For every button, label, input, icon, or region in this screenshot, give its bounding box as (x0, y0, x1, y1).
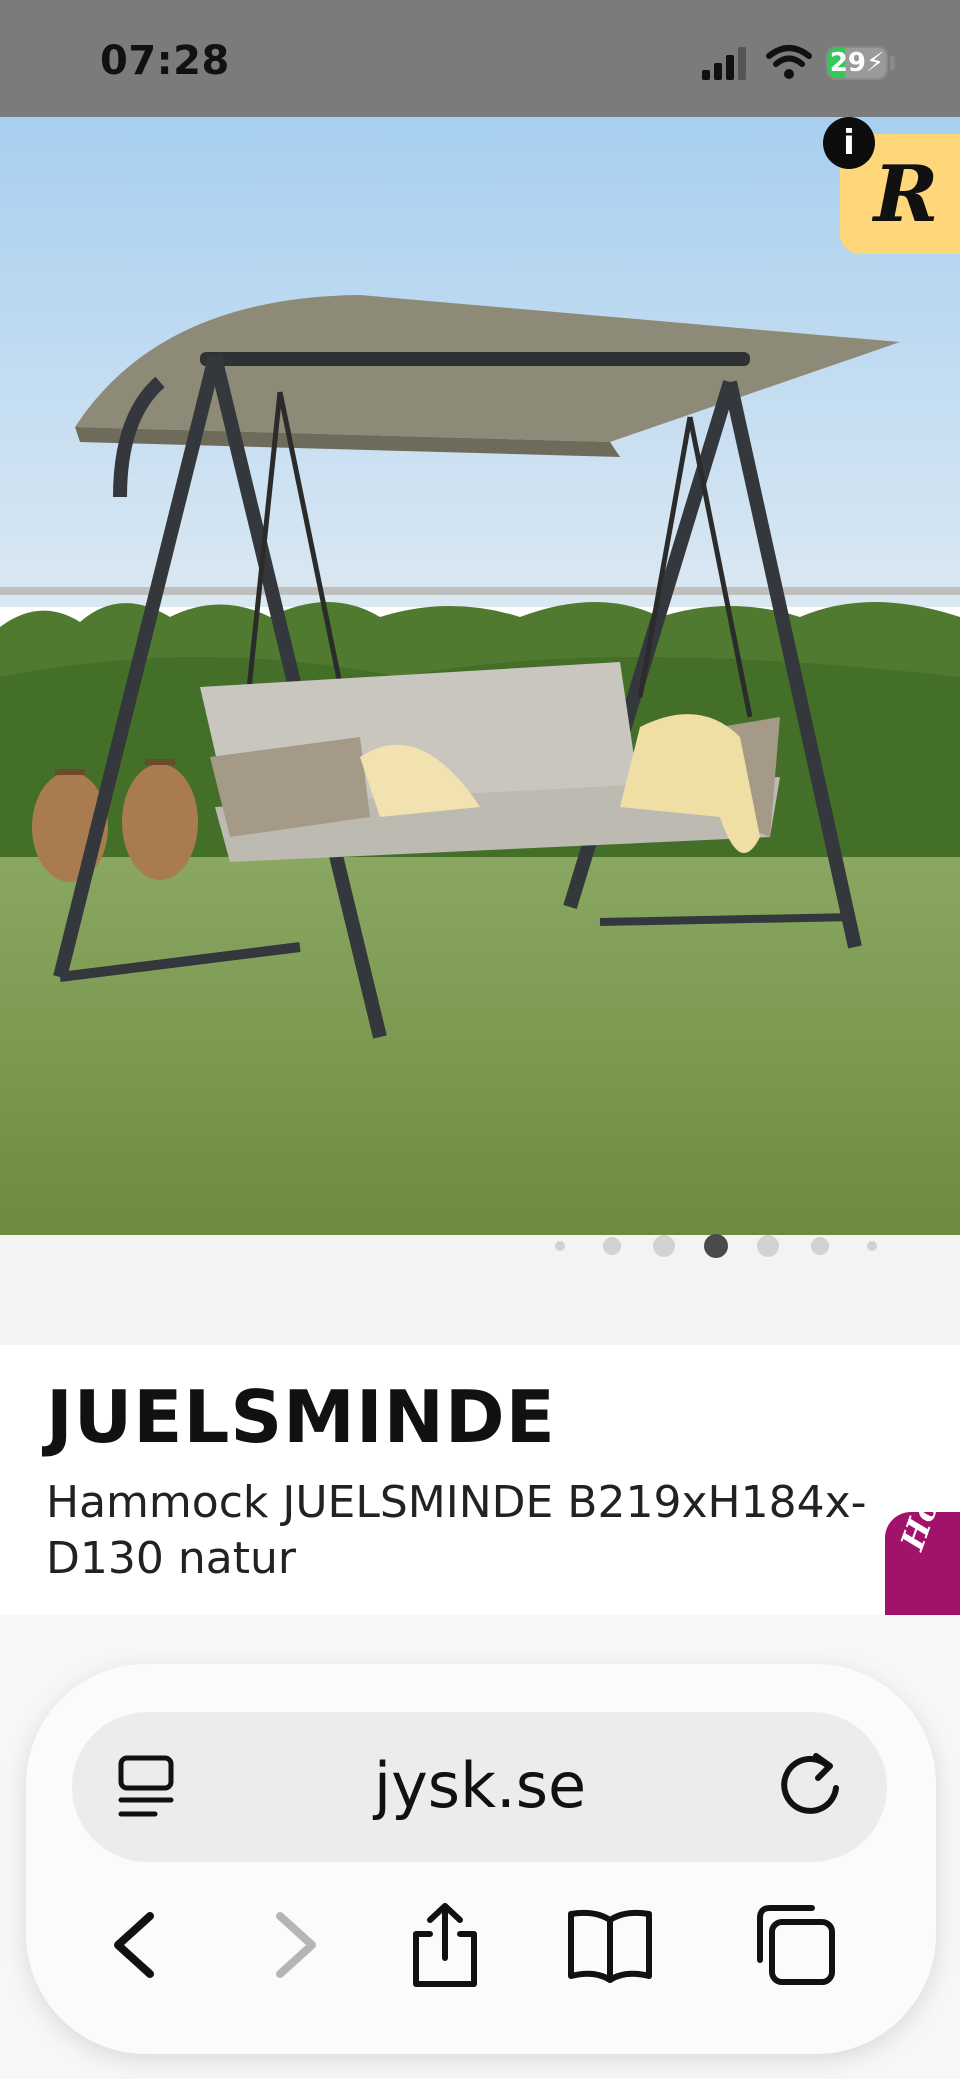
reload-icon[interactable] (778, 1748, 846, 1820)
battery-icon: 29⚡ (826, 46, 888, 80)
forward-icon[interactable] (250, 1900, 340, 1990)
review-widget-logo[interactable]: R (858, 150, 954, 240)
carousel-dot[interactable] (653, 1235, 675, 1257)
status-time: 07:28 (100, 38, 230, 84)
carousel-dot[interactable] (704, 1234, 728, 1258)
product-description: Hammock JUELSMINDE B219xH184x-D130 natur (46, 1477, 867, 1584)
info-icon[interactable]: i (823, 117, 875, 169)
carousel-indicators[interactable] (0, 1232, 960, 1260)
battery-level: 29 (829, 48, 866, 78)
tabs-icon[interactable] (750, 1900, 840, 1990)
reader-icon[interactable] (115, 1752, 179, 1822)
chat-side-tab[interactable]: Holly (885, 1512, 960, 1615)
back-icon[interactable] (90, 1900, 180, 1990)
carousel-dot[interactable] (603, 1237, 621, 1255)
product-brand-title: JUELSMINDE (46, 1375, 556, 1459)
carousel-dot[interactable] (811, 1237, 829, 1255)
status-bar: 07:28 29⚡ (0, 0, 960, 117)
carousel-dot[interactable] (867, 1241, 877, 1251)
product-image[interactable] (0, 117, 960, 1235)
cellular-signal-icon (702, 47, 746, 80)
url-text[interactable]: jysk.se (300, 1750, 660, 1822)
carousel-dot[interactable] (555, 1241, 565, 1251)
wifi-icon (766, 45, 812, 79)
chat-side-tab-label: Holly (893, 1512, 960, 1555)
carousel-dot[interactable] (757, 1235, 779, 1257)
share-icon[interactable] (400, 1900, 490, 1990)
bookmarks-icon[interactable] (565, 1900, 655, 1990)
